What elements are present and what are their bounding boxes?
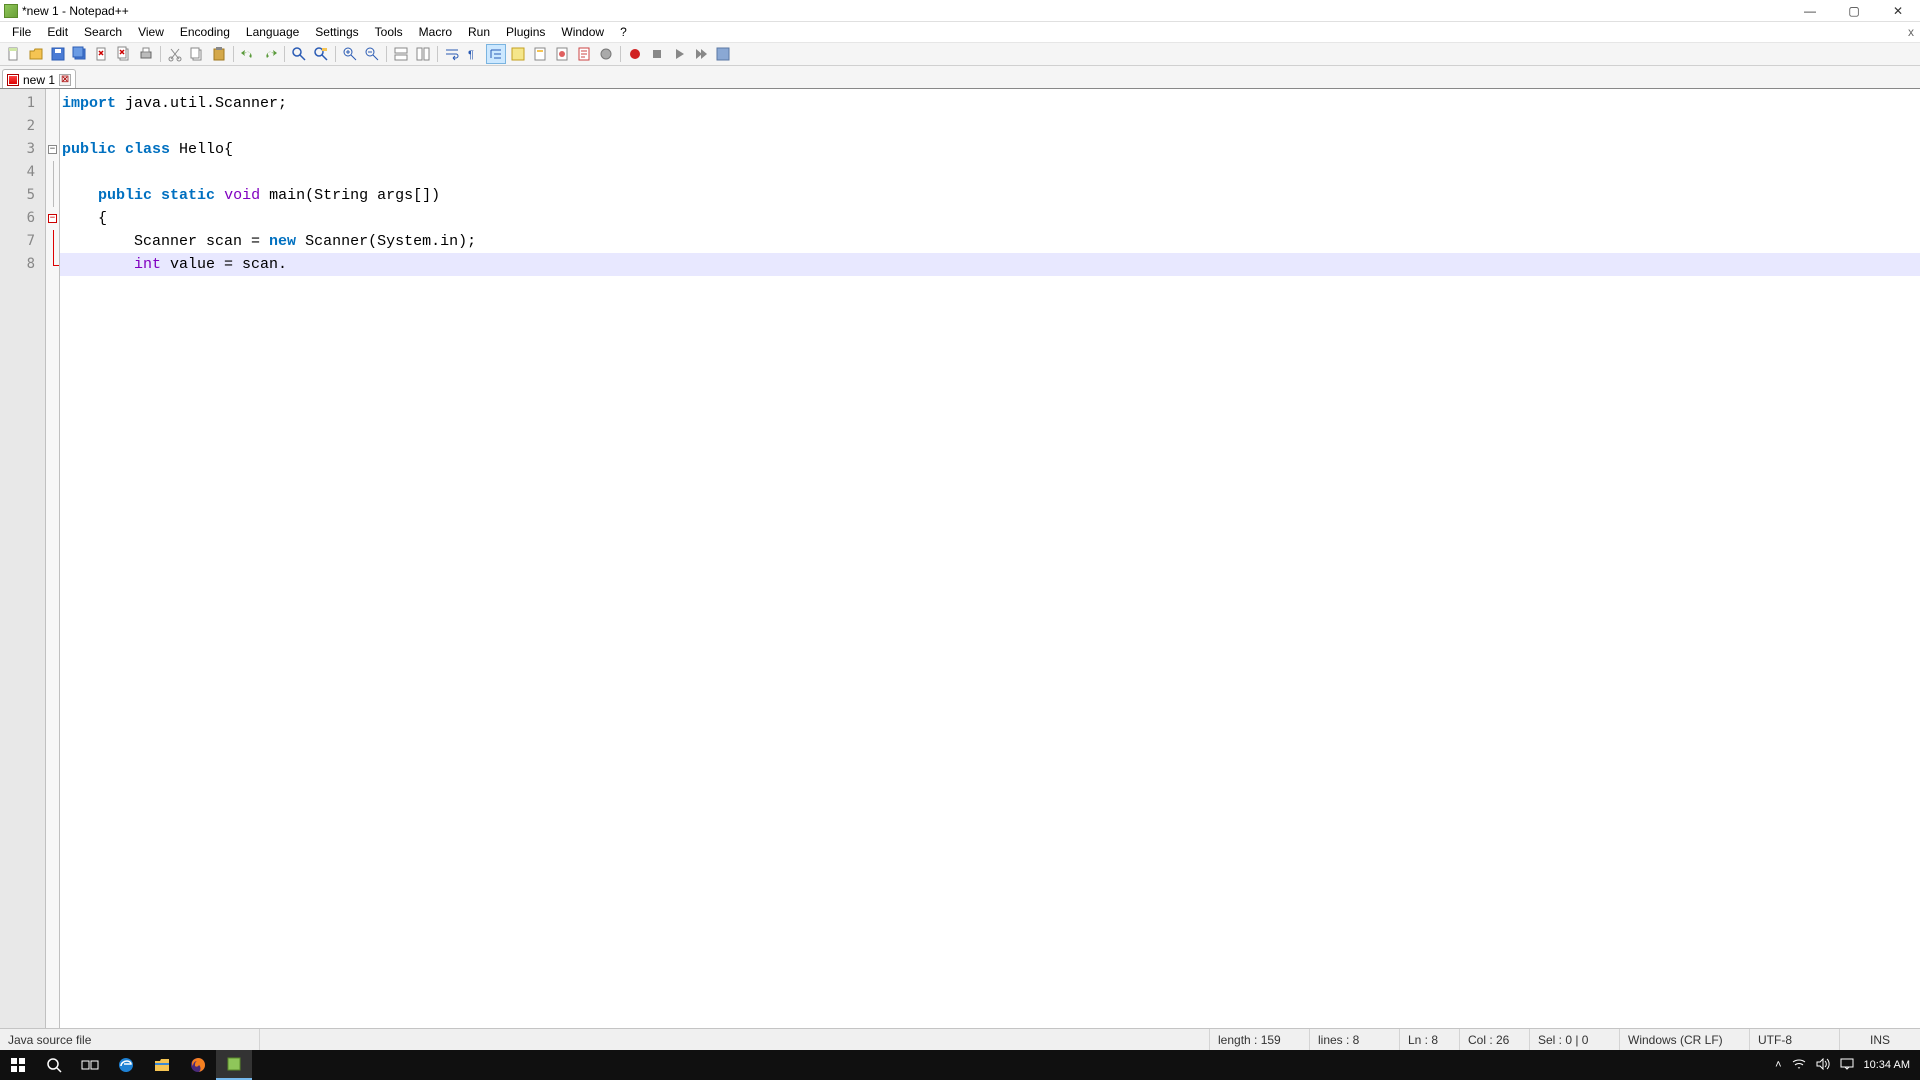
menu-run[interactable]: Run: [460, 23, 498, 41]
notepadpp-taskbar-icon[interactable]: [216, 1050, 252, 1080]
file-icon: [7, 74, 19, 86]
menu-file[interactable]: File: [4, 23, 39, 41]
start-button[interactable]: [0, 1050, 36, 1080]
status-col: Col : 26: [1460, 1029, 1530, 1050]
func-list-icon[interactable]: [574, 44, 594, 64]
status-sel: Sel : 0 | 0: [1530, 1029, 1620, 1050]
menu-search[interactable]: Search: [76, 23, 130, 41]
cut-icon[interactable]: [165, 44, 185, 64]
statusbar: Java source file length : 159 lines : 8 …: [0, 1028, 1920, 1050]
udl-icon[interactable]: [508, 44, 528, 64]
close-button[interactable]: ✕: [1876, 0, 1920, 22]
copy-icon[interactable]: [187, 44, 207, 64]
all-chars-icon[interactable]: ¶: [464, 44, 484, 64]
menu-macro[interactable]: Macro: [411, 23, 460, 41]
new-file-icon[interactable]: [4, 44, 24, 64]
search-icon[interactable]: [36, 1050, 72, 1080]
status-length: length : 159: [1210, 1029, 1310, 1050]
system-tray[interactable]: ˄ 10:34 AM: [1775, 1058, 1920, 1073]
menu-settings[interactable]: Settings: [307, 23, 366, 41]
menu-language[interactable]: Language: [238, 23, 307, 41]
file-explorer-icon[interactable]: [144, 1050, 180, 1080]
indent-guide-icon[interactable]: [486, 44, 506, 64]
folder-panel-icon[interactable]: [596, 44, 616, 64]
tray-chevron-up-icon[interactable]: ˄: [1775, 1059, 1781, 1071]
status-filetype: Java source file: [0, 1029, 260, 1050]
taskbar: ˄ 10:34 AM: [0, 1050, 1920, 1080]
tabbar: new 1 ⊠: [0, 66, 1920, 88]
menu-tools[interactable]: Tools: [367, 23, 411, 41]
tab-close-button[interactable]: ⊠: [59, 74, 71, 86]
macro-stop-icon[interactable]: [647, 44, 667, 64]
menu-encoding[interactable]: Encoding: [172, 23, 238, 41]
print-icon[interactable]: [136, 44, 156, 64]
status-ins: INS: [1840, 1029, 1920, 1050]
macro-play-icon[interactable]: [669, 44, 689, 64]
zoom-out-icon[interactable]: [362, 44, 382, 64]
maximize-button[interactable]: ▢: [1832, 0, 1876, 22]
fold-column[interactable]: −−: [46, 89, 60, 1028]
close-file-icon[interactable]: [92, 44, 112, 64]
undo-icon[interactable]: [238, 44, 258, 64]
volume-icon[interactable]: [1816, 1058, 1830, 1073]
task-view-icon[interactable]: [72, 1050, 108, 1080]
menu-window[interactable]: Window: [553, 23, 612, 41]
line-gutter: 12345678: [0, 89, 46, 1028]
macro-record-icon[interactable]: [625, 44, 645, 64]
find-icon[interactable]: [289, 44, 309, 64]
minimize-button[interactable]: —: [1788, 0, 1832, 22]
menu-plugins[interactable]: Plugins: [498, 23, 553, 41]
menu-view[interactable]: View: [130, 23, 172, 41]
wordwrap-icon[interactable]: [442, 44, 462, 64]
menu-help[interactable]: ?: [612, 23, 635, 41]
toolbar: ¶: [0, 42, 1920, 66]
replace-icon[interactable]: [311, 44, 331, 64]
code-area[interactable]: import java.util.Scanner;public class He…: [60, 89, 1920, 1028]
doc-map-icon[interactable]: [530, 44, 550, 64]
editor[interactable]: 12345678 −− import java.util.Scanner;pub…: [0, 88, 1920, 1028]
app-icon: [4, 4, 18, 18]
zoom-in-icon[interactable]: [340, 44, 360, 64]
macro-multi-icon[interactable]: [691, 44, 711, 64]
menubar: File Edit Search View Encoding Language …: [0, 22, 1920, 42]
sync-h-icon[interactable]: [413, 44, 433, 64]
save-all-icon[interactable]: [70, 44, 90, 64]
paste-icon[interactable]: [209, 44, 229, 64]
tab-label: new 1: [23, 73, 55, 87]
menu-edit[interactable]: Edit: [39, 23, 76, 41]
notifications-icon[interactable]: [1840, 1058, 1854, 1073]
svg-text:¶: ¶: [468, 49, 474, 61]
doc-close-x[interactable]: x: [1908, 25, 1914, 39]
close-all-icon[interactable]: [114, 44, 134, 64]
open-file-icon[interactable]: [26, 44, 46, 64]
doc-list-icon[interactable]: [552, 44, 572, 64]
clock[interactable]: 10:34 AM: [1864, 1059, 1910, 1071]
redo-icon[interactable]: [260, 44, 280, 64]
save-icon[interactable]: [48, 44, 68, 64]
titlebar: *new 1 - Notepad++ — ▢ ✕: [0, 0, 1920, 22]
status-eol: Windows (CR LF): [1620, 1029, 1750, 1050]
status-ln: Ln : 8: [1400, 1029, 1460, 1050]
macro-save-icon[interactable]: [713, 44, 733, 64]
status-encoding: UTF-8: [1750, 1029, 1840, 1050]
wifi-icon[interactable]: [1792, 1058, 1806, 1073]
window-title: *new 1 - Notepad++: [22, 4, 1788, 18]
tab-new1[interactable]: new 1 ⊠: [2, 69, 76, 89]
sync-v-icon[interactable]: [391, 44, 411, 64]
edge-icon[interactable]: [108, 1050, 144, 1080]
firefox-icon[interactable]: [180, 1050, 216, 1080]
status-lines: lines : 8: [1310, 1029, 1400, 1050]
